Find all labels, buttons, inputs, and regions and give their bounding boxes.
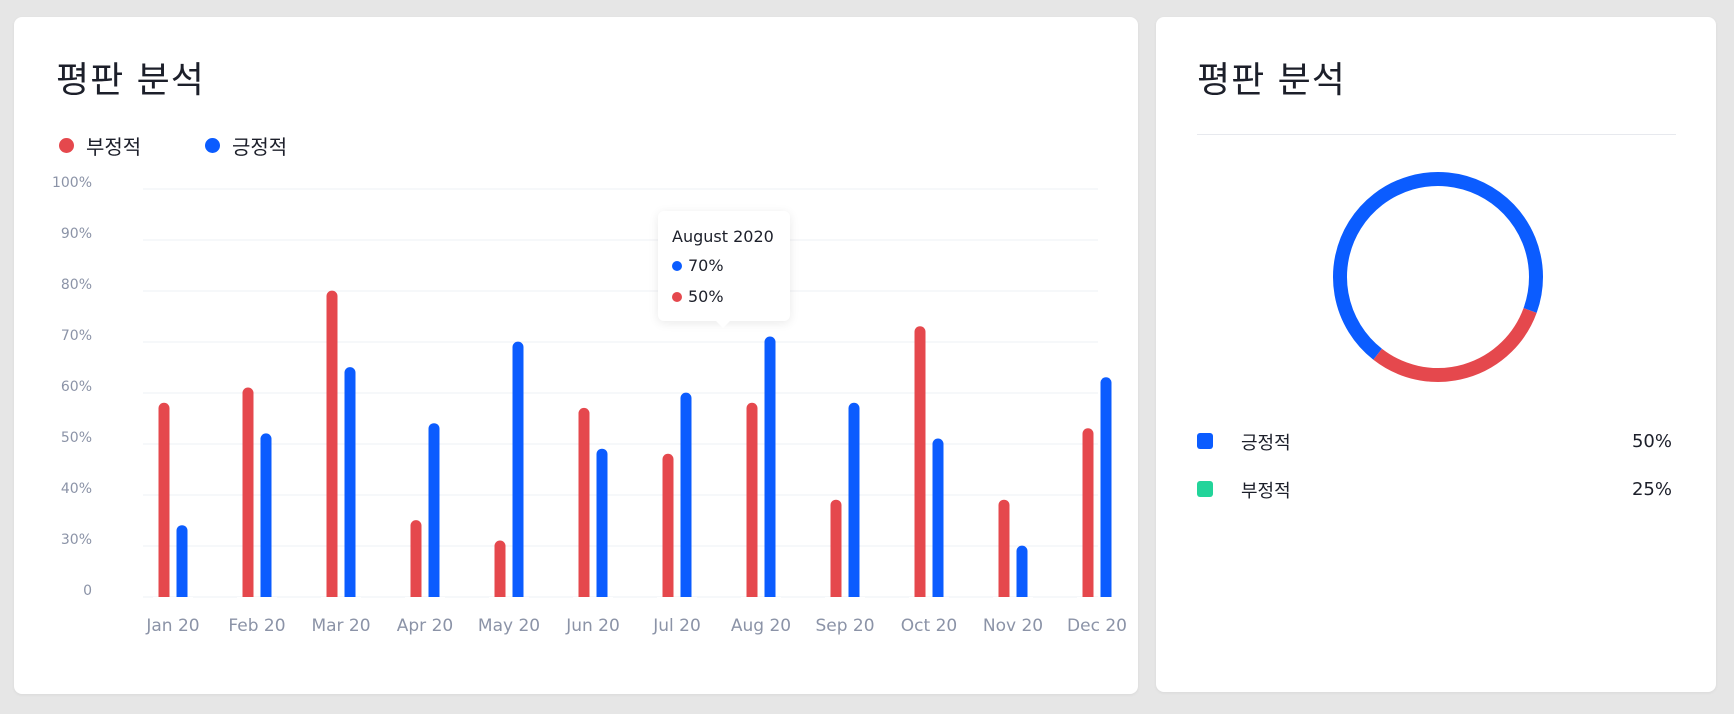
donut-segment-negative[interactable]	[1373, 308, 1537, 382]
reputation-summary-card: 평판 분석 긍정적 50% 부정적 25%	[1156, 17, 1716, 692]
legend-value-negative: 25%	[1631, 479, 1672, 500]
tooltip-value-positive: 70%	[688, 256, 724, 275]
x-tick-label: Jan 20	[145, 616, 199, 636]
legend-swatch-negative	[1197, 481, 1213, 497]
tooltip-arrow	[716, 321, 730, 328]
legend-value-positive: 50%	[1631, 431, 1672, 452]
bar-baseline-mask	[573, 597, 613, 605]
bar-chart: 0 30% 40% 50% 60% 70% 80% 90% 100% Jan 20 Feb 20 Ma…	[52, 175, 1127, 636]
x-tick-label: Sep 20	[815, 616, 874, 636]
bar-baseline-mask	[1077, 597, 1117, 605]
bar-baseline-mask	[825, 597, 865, 605]
legend-label-negative: 부정적	[1241, 481, 1291, 502]
x-tick-label: Jun 20	[565, 616, 620, 636]
y-tick-label: 70%	[61, 328, 92, 344]
card-title: 평판 분석	[1197, 60, 1346, 101]
y-tick-label: 0	[83, 583, 92, 599]
x-tick-label: Aug 20	[731, 616, 791, 636]
legend-label-positive: 긍정적	[1241, 433, 1291, 454]
legend-swatch-positive	[1197, 433, 1213, 449]
y-tick-label: 50%	[61, 430, 92, 446]
bar-baseline-mask	[993, 597, 1033, 605]
x-tick-label: Jul 20	[652, 616, 701, 636]
tooltip-row-negative: 50%	[672, 287, 724, 306]
x-tick-label: Oct 20	[901, 616, 957, 636]
x-tick-label: May 20	[478, 616, 540, 636]
x-tick-label: Dec 20	[1067, 616, 1127, 636]
donut-segment-positive[interactable]	[1333, 172, 1543, 360]
bar-baseline-mask	[237, 597, 277, 605]
bar-baseline-mask	[909, 597, 949, 605]
tooltip-dot-negative	[672, 291, 682, 302]
tooltip-value-negative: 50%	[688, 287, 724, 306]
bar-baseline-mask	[657, 597, 697, 605]
chart-tooltip: August 2020 70% 50%	[658, 211, 790, 328]
bar-baseline-mask	[153, 597, 193, 605]
x-tick-label: Nov 20	[983, 616, 1043, 636]
bar-baseline-mask	[405, 597, 445, 605]
donut-chart	[1333, 172, 1543, 382]
title-divider	[1197, 134, 1676, 135]
x-tick-label: Mar 20	[311, 616, 370, 636]
y-tick-label: 60%	[61, 379, 92, 395]
tooltip-dot-positive	[672, 260, 682, 271]
y-tick-label: 90%	[61, 226, 92, 242]
x-tick-label: Feb 20	[228, 616, 285, 636]
tooltip-title: August 2020	[672, 227, 774, 246]
bar-baseline-mask	[741, 597, 781, 605]
y-tick-label: 100%	[52, 175, 92, 191]
x-tick-label: Apr 20	[397, 616, 453, 636]
reputation-analysis-card: 평판 분석 부정적 긍정적 0 30% 40% 50% 60% 70% 80% 90% 100%…	[14, 17, 1138, 694]
y-tick-label: 30%	[61, 532, 92, 548]
bar-baseline-mask	[489, 597, 529, 605]
tooltip-row-positive: 70%	[672, 256, 724, 275]
bar-baseline-mask	[321, 597, 361, 605]
donut-legend-item-positive: 긍정적 50%	[1197, 427, 1675, 457]
donut-legend-item-negative: 부정적 25%	[1197, 475, 1675, 505]
y-tick-label: 40%	[61, 481, 92, 497]
y-tick-label: 80%	[61, 277, 92, 293]
